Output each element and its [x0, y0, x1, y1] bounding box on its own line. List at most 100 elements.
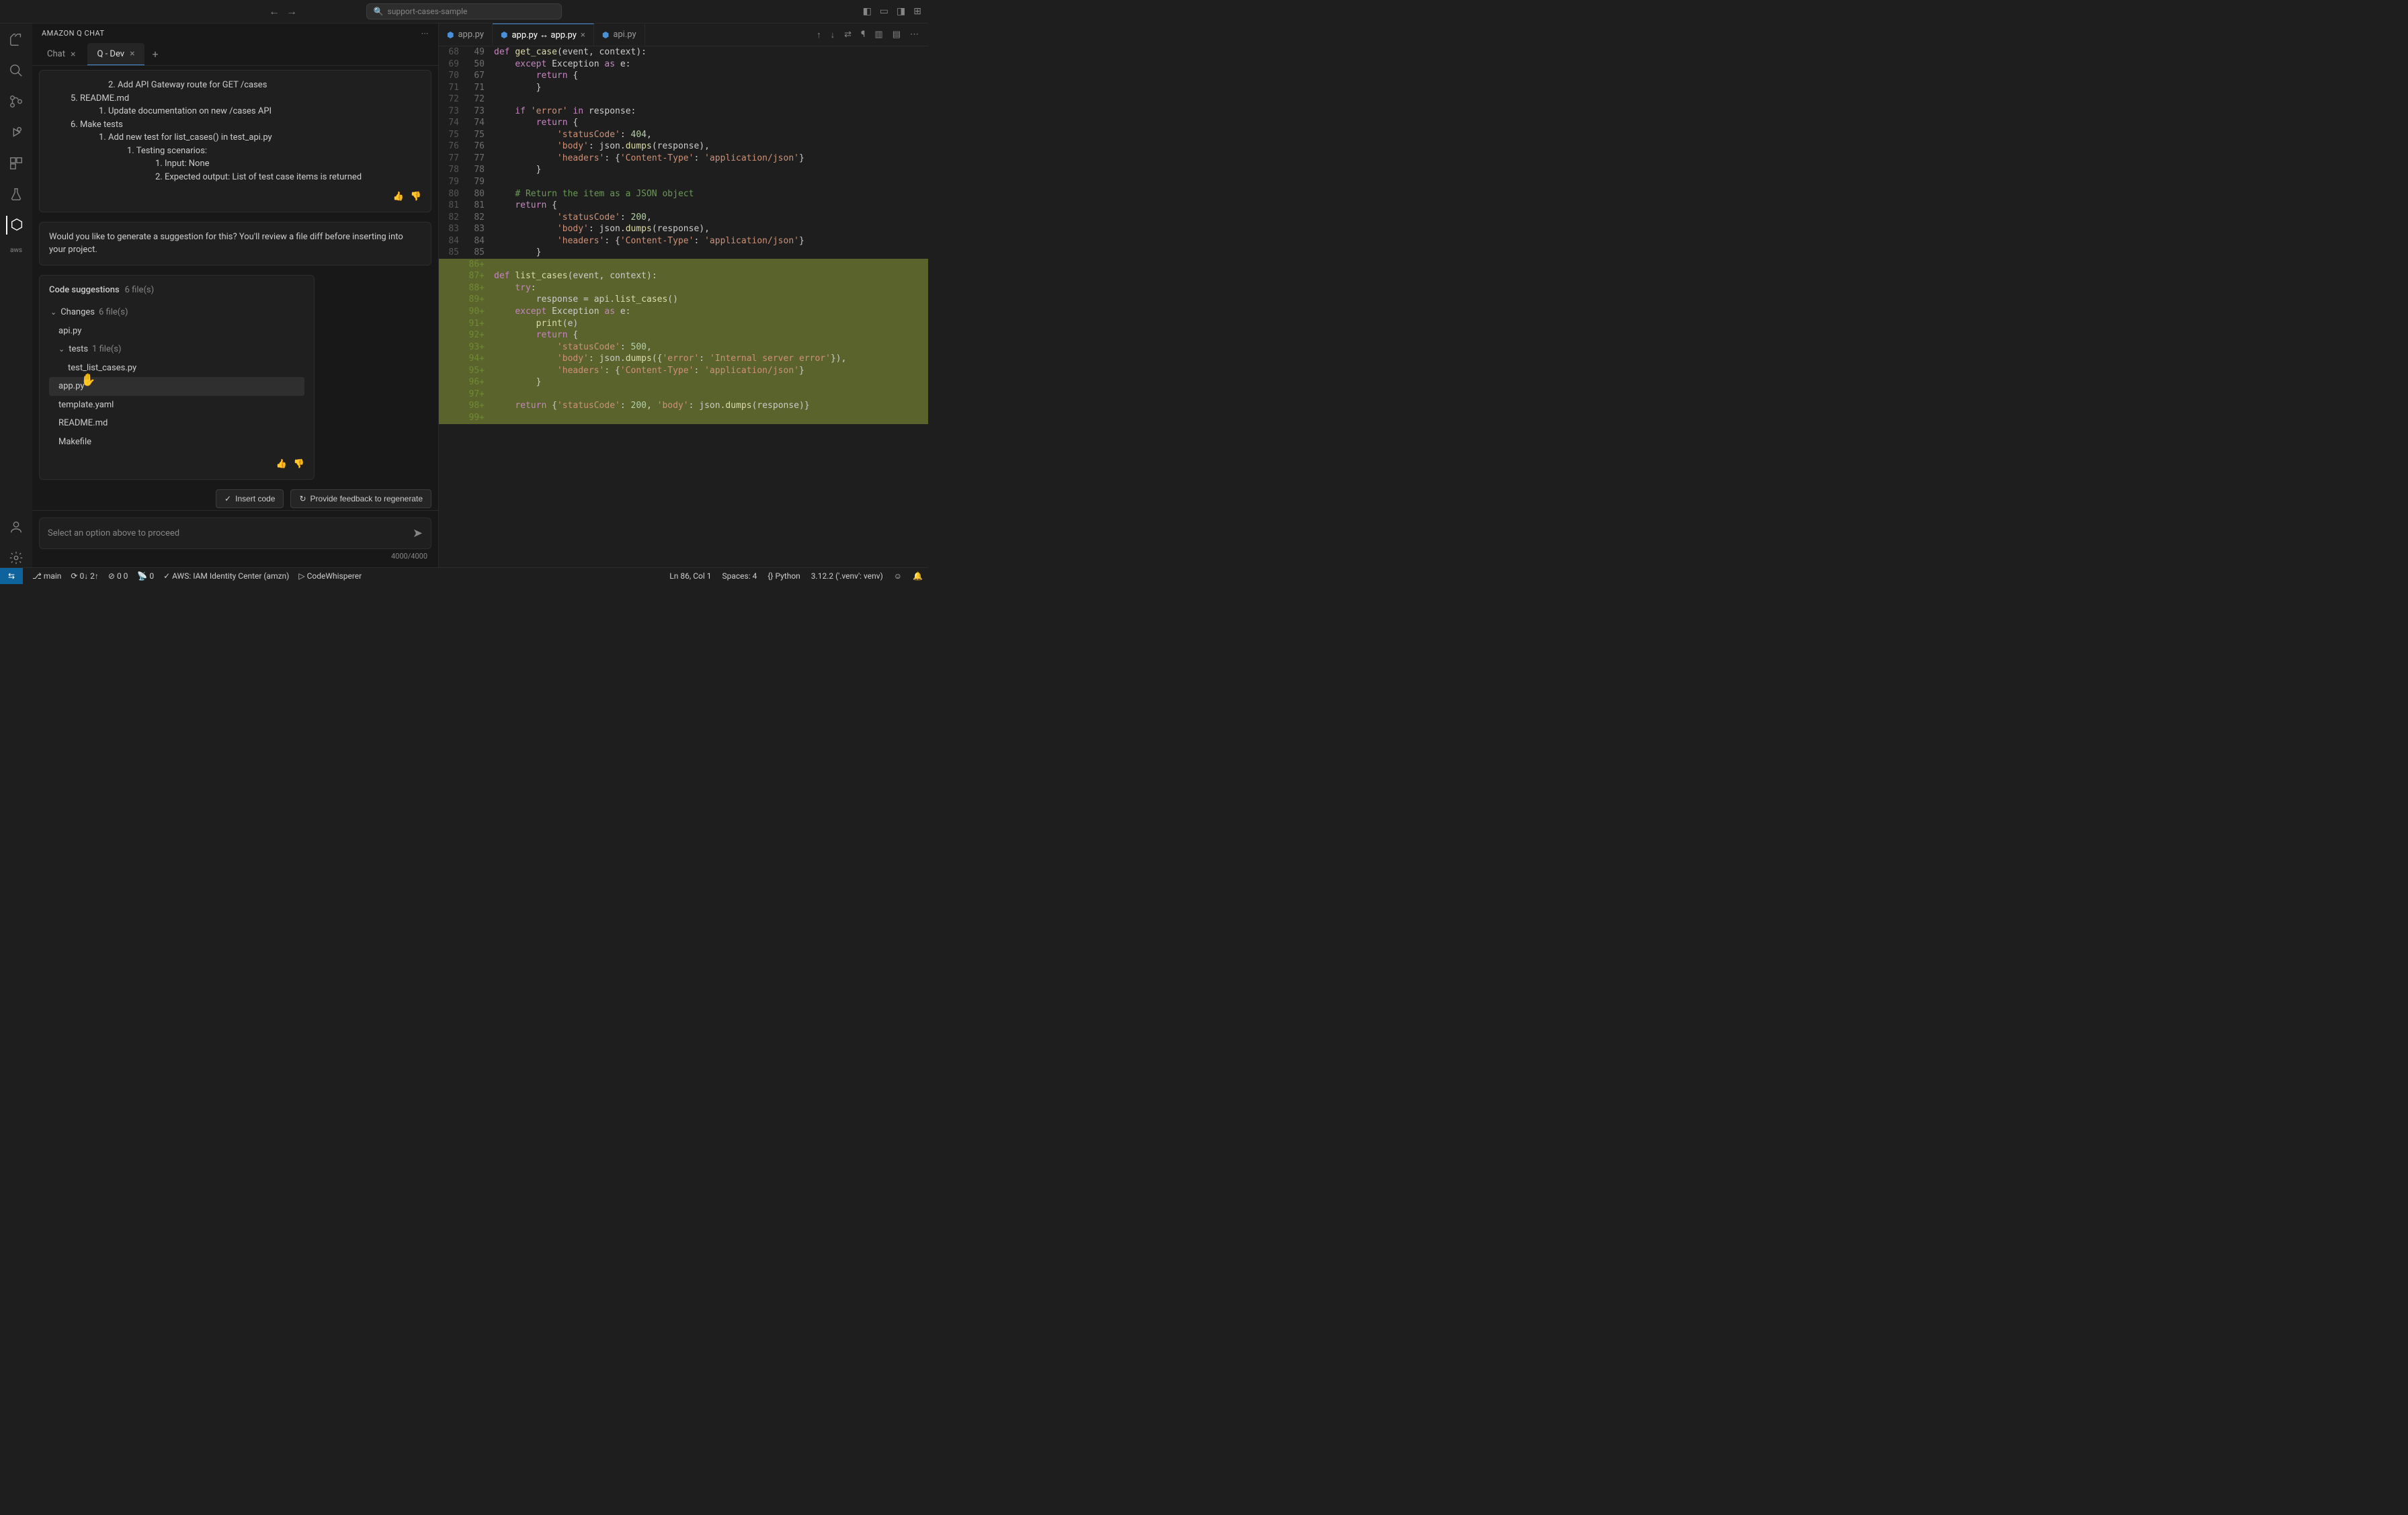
- plan-line: 1. Update documentation on new /cases AP…: [49, 105, 421, 118]
- lang-status[interactable]: {} Python: [767, 571, 800, 581]
- prompt-card: Would you like to generate a suggestion …: [39, 222, 431, 265]
- editor-tab-app[interactable]: ⬢ app.py: [439, 24, 493, 45]
- sync-status[interactable]: ⟳ 0↓ 2↑: [71, 571, 99, 581]
- remote-button[interactable]: ⇆: [0, 568, 23, 584]
- problem-count: 0 0: [117, 571, 128, 581]
- split-icon[interactable]: ▥: [874, 30, 882, 40]
- arrow-up-icon[interactable]: ↑: [817, 30, 821, 40]
- command-palette[interactable]: 🔍 support-cases-sample: [366, 3, 563, 19]
- plan-line: 1. Testing scenarios:: [49, 145, 421, 158]
- thumbs-down-icon[interactable]: 👎: [411, 190, 421, 204]
- diff-line: 7878 }: [439, 164, 928, 176]
- plan-line: 1. Input: None: [49, 157, 421, 171]
- diff-line: 7067 return {: [439, 70, 928, 82]
- editor-tab-diff[interactable]: ⬢ app.py ↔ app.py ×: [493, 24, 594, 46]
- debug-icon[interactable]: [7, 123, 26, 142]
- file-tree-item[interactable]: ⌄tests 1 file(s): [49, 340, 304, 359]
- panel-left-icon[interactable]: ◧: [863, 6, 872, 17]
- changes-label: Changes: [60, 306, 95, 319]
- panel-bottom-icon[interactable]: ▭: [880, 6, 888, 17]
- search-activity-icon[interactable]: [7, 61, 26, 80]
- aws-text: AWS: IAM Identity Center (amzn): [172, 571, 289, 581]
- changes-folder[interactable]: ⌄ Changes 6 file(s): [49, 303, 304, 322]
- chat-input[interactable]: Select an option above to proceed ➤: [39, 518, 431, 549]
- diff-line: 97+: [439, 388, 928, 401]
- tab-label: api.py: [613, 30, 636, 40]
- close-icon[interactable]: ×: [581, 30, 585, 40]
- amazon-q-icon[interactable]: [6, 216, 25, 235]
- arrow-down-icon[interactable]: ↓: [831, 30, 835, 40]
- regenerate-button[interactable]: ↻ Provide feedback to regenerate: [290, 489, 431, 508]
- changes-count: 6 file(s): [99, 306, 128, 319]
- diff-line: 7474 return {: [439, 117, 928, 129]
- chat-tab-qdev[interactable]: Q - Dev ×: [87, 43, 144, 65]
- layout-icon[interactable]: ⊞: [913, 6, 921, 17]
- refresh-icon: ↻: [299, 494, 306, 503]
- python-icon: ⬢: [501, 30, 507, 40]
- file-tree-item[interactable]: README.md: [49, 414, 304, 433]
- input-placeholder: Select an option above to proceed: [48, 528, 179, 538]
- close-icon[interactable]: ×: [71, 49, 75, 60]
- insert-code-button[interactable]: ✓ Insert code: [216, 489, 284, 508]
- feedback-icon[interactable]: ☺: [894, 571, 902, 581]
- indent-status[interactable]: Spaces: 4: [722, 571, 757, 581]
- add-tab-button[interactable]: +: [147, 48, 164, 60]
- plan-line: 6. Make tests: [49, 118, 421, 132]
- diff-line: 91+ print(e): [439, 318, 928, 330]
- file-tree-item[interactable]: api.py: [49, 322, 304, 341]
- file-tree-item[interactable]: test_list_cases.py: [49, 359, 304, 378]
- diff-editor[interactable]: 6849def get_case(event, context):6950 ex…: [439, 46, 928, 567]
- more-icon[interactable]: ⋯: [421, 29, 429, 38]
- port-count: 0: [149, 571, 154, 581]
- plan-line: 2. Add API Gateway route for GET /cases: [49, 79, 421, 92]
- source-control-icon[interactable]: [7, 92, 26, 111]
- thumbs-up-icon[interactable]: 👍: [276, 458, 287, 471]
- python-icon: ⬢: [602, 30, 609, 40]
- diff-line: 92+ return {: [439, 329, 928, 341]
- account-icon[interactable]: [7, 518, 26, 536]
- file-name: app.py: [58, 380, 84, 393]
- button-label: Provide feedback to regenerate: [310, 494, 423, 503]
- thumbs-down-icon[interactable]: 👎: [294, 458, 304, 471]
- diff-line: 8181 return {: [439, 200, 928, 212]
- python-env[interactable]: 3.12.2 ('.venv': venv): [811, 571, 883, 581]
- diff-line: 8383 'body': json.dumps(response),: [439, 223, 928, 235]
- explorer-icon[interactable]: [7, 30, 26, 49]
- file-name: test_list_cases.py: [68, 362, 136, 375]
- problems-status[interactable]: ⊘ 0 0: [108, 571, 128, 581]
- send-icon[interactable]: ➤: [413, 526, 423, 540]
- thumbs-up-icon[interactable]: 👍: [393, 190, 404, 204]
- layout-icon[interactable]: ▤: [892, 30, 901, 40]
- file-tree-item[interactable]: template.yaml: [49, 396, 304, 415]
- diff-line: 95+ 'headers': {'Content-Type': 'applica…: [439, 365, 928, 377]
- nav-forward-icon[interactable]: →: [286, 5, 297, 18]
- file-tree-item[interactable]: app.py: [49, 377, 304, 396]
- chat-body[interactable]: 2. Add API Gateway route for GET /cases …: [32, 66, 438, 510]
- extensions-icon[interactable]: [7, 154, 26, 173]
- chat-tab-chat[interactable]: Chat ×: [38, 44, 85, 65]
- aws-status[interactable]: ✓ AWS: IAM Identity Center (amzn): [163, 571, 289, 581]
- whisper-status[interactable]: ▷ CodeWhisperer: [298, 571, 362, 581]
- cursor-pos[interactable]: Ln 86, Col 1: [669, 571, 711, 581]
- gear-icon[interactable]: [7, 548, 26, 567]
- panel-right-icon[interactable]: ◨: [897, 6, 905, 17]
- nav-back-icon[interactable]: ←: [269, 5, 280, 18]
- editor-tab-api[interactable]: ⬢ api.py: [594, 24, 645, 45]
- aws-label[interactable]: aws: [10, 247, 22, 254]
- more-icon[interactable]: ⋯: [910, 30, 919, 40]
- close-icon[interactable]: ×: [130, 48, 134, 59]
- file-name: template.yaml: [58, 399, 114, 412]
- suggestions-title: Code suggestions: [49, 284, 120, 297]
- file-tree-item[interactable]: Makefile: [49, 433, 304, 452]
- file-name: Makefile: [58, 436, 91, 449]
- flask-icon[interactable]: [7, 185, 26, 204]
- swap-icon[interactable]: ⇄: [844, 30, 852, 40]
- plan-card: 2. Add API Gateway route for GET /cases …: [39, 70, 431, 212]
- whitespace-icon[interactable]: ¶: [861, 30, 865, 40]
- branch-name: main: [44, 571, 62, 581]
- ports-status[interactable]: 📡 0: [137, 571, 154, 581]
- search-icon: 🔍: [374, 7, 384, 16]
- bell-icon[interactable]: 🔔: [913, 571, 923, 581]
- branch-status[interactable]: ⎇ main: [32, 571, 61, 581]
- diff-line: 93+ 'statusCode': 500,: [439, 341, 928, 354]
